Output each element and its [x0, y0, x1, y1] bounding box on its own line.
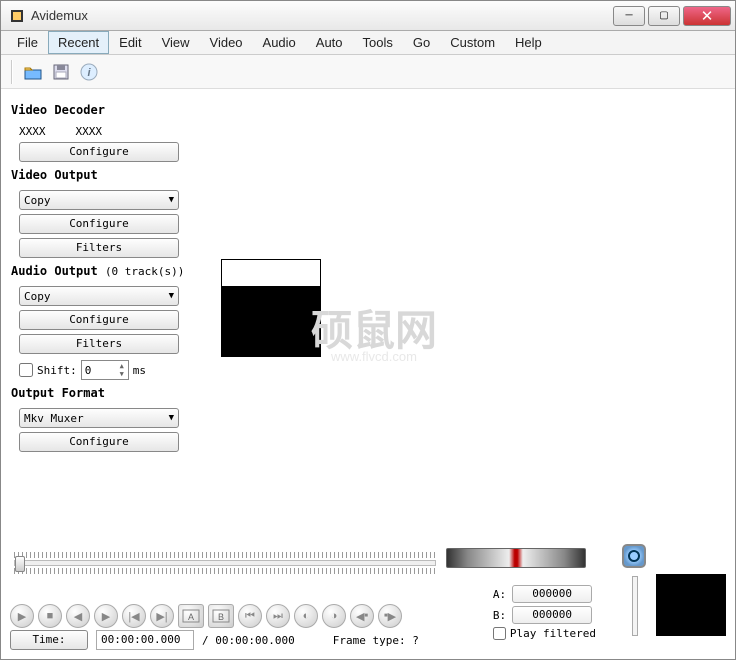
timeline-track[interactable] [14, 560, 436, 566]
timeline[interactable] [10, 552, 440, 582]
spin-down-icon[interactable]: ▼ [116, 370, 128, 378]
goto-end-button[interactable]: ⏭ [266, 604, 290, 628]
preview-white-rect [221, 259, 321, 287]
time-button[interactable]: Time: [10, 630, 88, 650]
menu-edit[interactable]: Edit [109, 31, 151, 54]
watermark-sub: www.flvcd.com [331, 349, 417, 364]
muxer-value: Mkv Muxer [24, 412, 84, 425]
toolbar-separator [11, 60, 13, 84]
minimize-button[interactable]: ─ [613, 6, 645, 26]
bottom-controls: ▶ ■ ◀ ▶ |◀ ▶| A B ⏮ ⏭ ◐ ◑ ◀■ ■▶ A: 00000… [10, 552, 726, 628]
menu-video[interactable]: Video [200, 31, 253, 54]
svg-text:A: A [188, 612, 194, 622]
set-marker-b-button[interactable]: B [208, 604, 234, 628]
play-filtered-label: Play filtered [510, 627, 596, 640]
marker-b-label: B: [493, 609, 506, 622]
next-black-frame-button[interactable]: ■▶ [378, 604, 402, 628]
menu-help[interactable]: Help [505, 31, 552, 54]
time-current-input[interactable]: 00:00:00.000 [96, 630, 194, 650]
window-title: Avidemux [31, 8, 613, 23]
preview-area: 硕鼠网 www.flvcd.com [211, 97, 725, 456]
play-button[interactable]: ▶ [10, 604, 34, 628]
audio-configure-button[interactable]: Configure [19, 310, 179, 330]
goto-start-button[interactable]: ⏮ [238, 604, 262, 628]
titlebar: Avidemux ─ ▢ ✕ [1, 1, 735, 31]
menu-custom[interactable]: Custom [440, 31, 505, 54]
decoder-configure-button[interactable]: Configure [19, 142, 179, 162]
menu-view[interactable]: View [152, 31, 200, 54]
video-codec-value: Copy [24, 194, 51, 207]
frame-type: Frame type: ? [333, 634, 419, 647]
spin-up-icon[interactable]: ▲ [116, 362, 128, 370]
timeline-ticks [14, 568, 436, 574]
set-marker-a-button[interactable]: A [178, 604, 204, 628]
video-configure-button[interactable]: Configure [19, 214, 179, 234]
preview-thumbnail [656, 574, 726, 636]
shift-unit: ms [133, 364, 146, 377]
menu-tools[interactable]: Tools [353, 31, 403, 54]
menu-go[interactable]: Go [403, 31, 440, 54]
time-total: / 00:00:00.000 [202, 634, 295, 647]
menubar: FileRecentEditViewVideoAudioAutoToolsGoC… [1, 31, 735, 55]
menu-file[interactable]: File [7, 31, 48, 54]
volume-slider[interactable] [632, 576, 638, 636]
audio-codec-select[interactable]: Copy ▼ [19, 286, 179, 306]
next-frame-button[interactable]: ▶ [94, 604, 118, 628]
marker-b-value[interactable]: 000000 [512, 606, 592, 624]
shift-spinner[interactable]: ▲▼ [81, 360, 129, 380]
timeline-thumb[interactable] [15, 556, 25, 572]
marker-a-label: A: [493, 588, 506, 601]
decoder-fourcc-2: XXXX [76, 125, 103, 138]
save-icon[interactable] [49, 60, 73, 84]
prev-frame-button[interactable]: ◀ [66, 604, 90, 628]
close-button[interactable]: ✕ [683, 6, 731, 26]
goto-marker-a-button[interactable]: ◐ [294, 604, 318, 628]
watermark-text: 硕鼠网 [311, 297, 437, 358]
chevron-down-icon: ▼ [169, 195, 174, 205]
shift-label: Shift: [37, 364, 77, 377]
audio-filters-button[interactable]: Filters [19, 334, 179, 354]
menu-auto[interactable]: Auto [306, 31, 353, 54]
app-icon [9, 8, 25, 24]
maximize-button[interactable]: ▢ [648, 6, 680, 26]
muxer-select[interactable]: Mkv Muxer ▼ [19, 408, 179, 428]
chevron-down-icon: ▼ [169, 413, 174, 423]
next-keyframe-button[interactable]: ▶| [150, 604, 174, 628]
jog-wheel[interactable] [446, 548, 586, 568]
video-decoder-title: Video Decoder [11, 103, 211, 117]
output-format-title: Output Format [11, 386, 211, 400]
format-configure-button[interactable]: Configure [19, 432, 179, 452]
shift-value-input[interactable] [82, 364, 116, 377]
play-filtered-checkbox[interactable] [493, 627, 506, 640]
video-filters-button[interactable]: Filters [19, 238, 179, 258]
volume-icon[interactable] [622, 544, 646, 568]
audio-codec-value: Copy [24, 290, 51, 303]
stop-button[interactable]: ■ [38, 604, 62, 628]
goto-marker-b-button[interactable]: ◑ [322, 604, 346, 628]
left-panel: Video Decoder XXXX XXXX Configure Video … [11, 97, 211, 456]
transport-controls: ▶ ■ ◀ ▶ |◀ ▶| A B ⏮ ⏭ ◐ ◑ ◀■ ■▶ [10, 604, 726, 628]
open-file-icon[interactable] [21, 60, 45, 84]
video-output-title: Video Output [11, 168, 211, 182]
prev-keyframe-button[interactable]: |◀ [122, 604, 146, 628]
audio-output-title: Audio Output (0 track(s)) [11, 264, 211, 278]
chevron-down-icon: ▼ [169, 291, 174, 301]
shift-checkbox[interactable] [19, 363, 33, 377]
timeline-ticks [14, 552, 436, 558]
info-icon[interactable]: i [77, 60, 101, 84]
toolbar: i [1, 55, 735, 89]
marker-a-value[interactable]: 000000 [512, 585, 592, 603]
prev-black-frame-button[interactable]: ◀■ [350, 604, 374, 628]
decoder-fourcc-1: XXXX [19, 125, 46, 138]
preview-black-rect [221, 287, 321, 357]
svg-text:B: B [218, 612, 224, 622]
audio-track-count: (0 track(s)) [105, 265, 184, 278]
menu-recent[interactable]: Recent [48, 31, 109, 54]
video-codec-select[interactable]: Copy ▼ [19, 190, 179, 210]
menu-audio[interactable]: Audio [253, 31, 306, 54]
